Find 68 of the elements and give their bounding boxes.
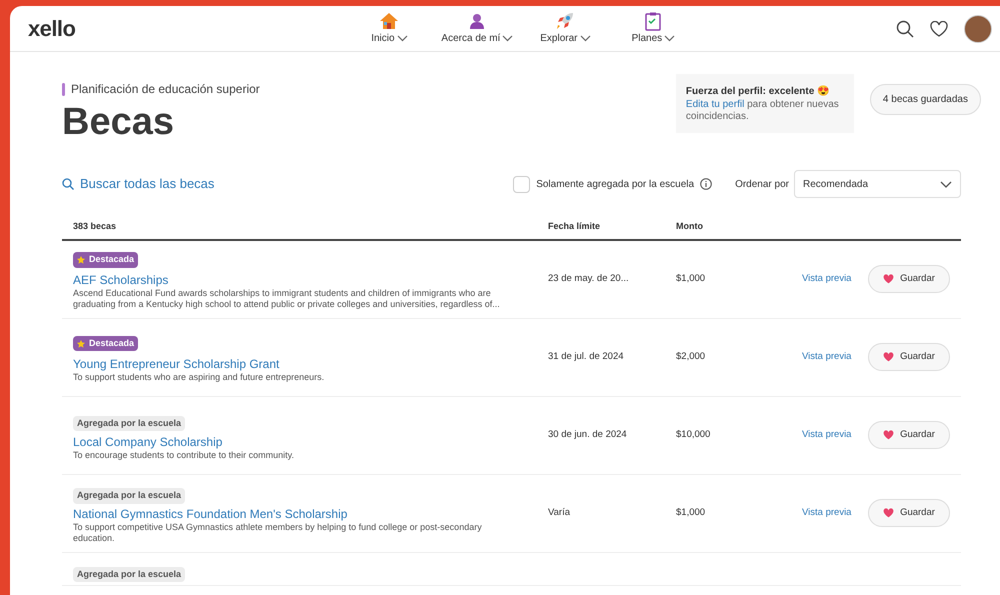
- heart-icon: [883, 430, 894, 440]
- star-icon: [77, 256, 85, 264]
- chevron-icon: [940, 180, 952, 188]
- deadline: 30 de jun. de 2024: [548, 428, 628, 442]
- nav-item[interactable]: Explorar: [521, 11, 610, 46]
- logo[interactable]: xello: [28, 12, 76, 45]
- chevron-icon: [502, 35, 514, 42]
- nav-item[interactable]: Acerca de mí: [433, 11, 522, 46]
- column-header: 383 becas: [73, 220, 118, 233]
- amount: $1,000: [676, 272, 706, 286]
- breadcrumb: Planificación de educación superior: [71, 81, 260, 98]
- star-icon: [77, 340, 85, 348]
- saved-scholarships-button[interactable]: 4 becas guardadas: [870, 84, 981, 115]
- scholarship-link[interactable]: AEF Scholarships: [73, 272, 528, 288]
- nav-item[interactable]: Planes: [609, 11, 698, 46]
- profile-hint: Edita tu perfil para obtener nuevas coincidencias.: [686, 99, 840, 123]
- amount: $2,000: [676, 350, 706, 364]
- deadline: 23 de may. de 20...: [548, 272, 630, 286]
- chevron-icon: [664, 35, 676, 42]
- clipboard-icon: [645, 12, 662, 30]
- chevron-icon: [580, 35, 591, 42]
- search-link[interactable]: Buscar todas las becas: [62, 174, 214, 194]
- school-badge: Agregada por la escuela: [73, 416, 186, 431]
- column-header: Monto: [676, 220, 703, 233]
- person-icon: [468, 12, 486, 30]
- heart-icon: [883, 274, 894, 284]
- profile-strength-title: Fuerza del perfil: excelente 😍: [686, 84, 830, 99]
- sort-label: Ordenar por: [735, 178, 789, 192]
- heart-icon: [883, 508, 894, 518]
- preview-link[interactable]: Vista previa: [802, 428, 868, 442]
- scholarship-description: To encourage students to contribute to their community.: [73, 450, 295, 460]
- save-button[interactable]: Guardar: [868, 421, 950, 449]
- scholarship-link[interactable]: National Gymnastics Foundation Men's Scholarship: [73, 506, 528, 522]
- amount: $10,000: [676, 428, 712, 442]
- avatar[interactable]: [964, 14, 992, 42]
- preview-link[interactable]: Vista previa: [802, 506, 868, 520]
- scholarship-link[interactable]: Young Entrepreneur Scholarship Grant: [73, 356, 528, 372]
- info-icon[interactable]: [700, 178, 712, 190]
- chevron-icon: [396, 35, 408, 42]
- save-button[interactable]: Guardar: [868, 265, 950, 293]
- heart-icon: [883, 352, 894, 362]
- checkbox-label: Solamente agregada por la escuela: [536, 178, 694, 192]
- rocket-icon: [555, 11, 576, 31]
- deadline: Varía: [548, 506, 572, 520]
- save-button[interactable]: Guardar: [868, 343, 950, 371]
- house-icon: [379, 12, 400, 30]
- search-icon[interactable]: [896, 20, 914, 38]
- scholarship-link[interactable]: Local Company Scholarship: [73, 434, 528, 450]
- school-badge: Agregada por la escuela: [73, 488, 186, 504]
- featured-badge: Destacada: [73, 252, 138, 268]
- search-icon: [62, 178, 74, 190]
- page-title: Becas: [62, 100, 175, 144]
- amount: $1,000: [676, 506, 706, 520]
- sort-dropdown[interactable]: Recomendada: [794, 170, 961, 198]
- scholarship-description: Ascend Educational Fund awards scholarships to immigrant students and children of immigrants who are graduating from a Kentucky high school to attend public or private colleges and universities, regardless of...: [73, 288, 501, 310]
- featured-badge: Destacada: [73, 336, 138, 352]
- checkbox[interactable]: [513, 176, 530, 192]
- scholarship-description: To support students who are aspiring and future entrepreneurs.: [73, 372, 326, 382]
- save-button[interactable]: Guardar: [868, 499, 950, 527]
- school-badge: Agregada por la escuela: [73, 566, 186, 582]
- scholarship-description: To support competitive USA Gymnastics athlete members by helping to fund college or post-secondary education.: [73, 522, 483, 544]
- heart-icon[interactable]: [930, 20, 948, 36]
- deadline: 31 de jul. de 2024: [548, 350, 625, 364]
- preview-link[interactable]: Vista previa: [802, 272, 868, 286]
- column-header: Fecha límite: [548, 220, 602, 233]
- edit-profile-link[interactable]: Edita tu perfil: [686, 99, 744, 110]
- preview-link[interactable]: Vista previa: [802, 350, 868, 364]
- nav-item[interactable]: Inicio: [345, 11, 434, 46]
